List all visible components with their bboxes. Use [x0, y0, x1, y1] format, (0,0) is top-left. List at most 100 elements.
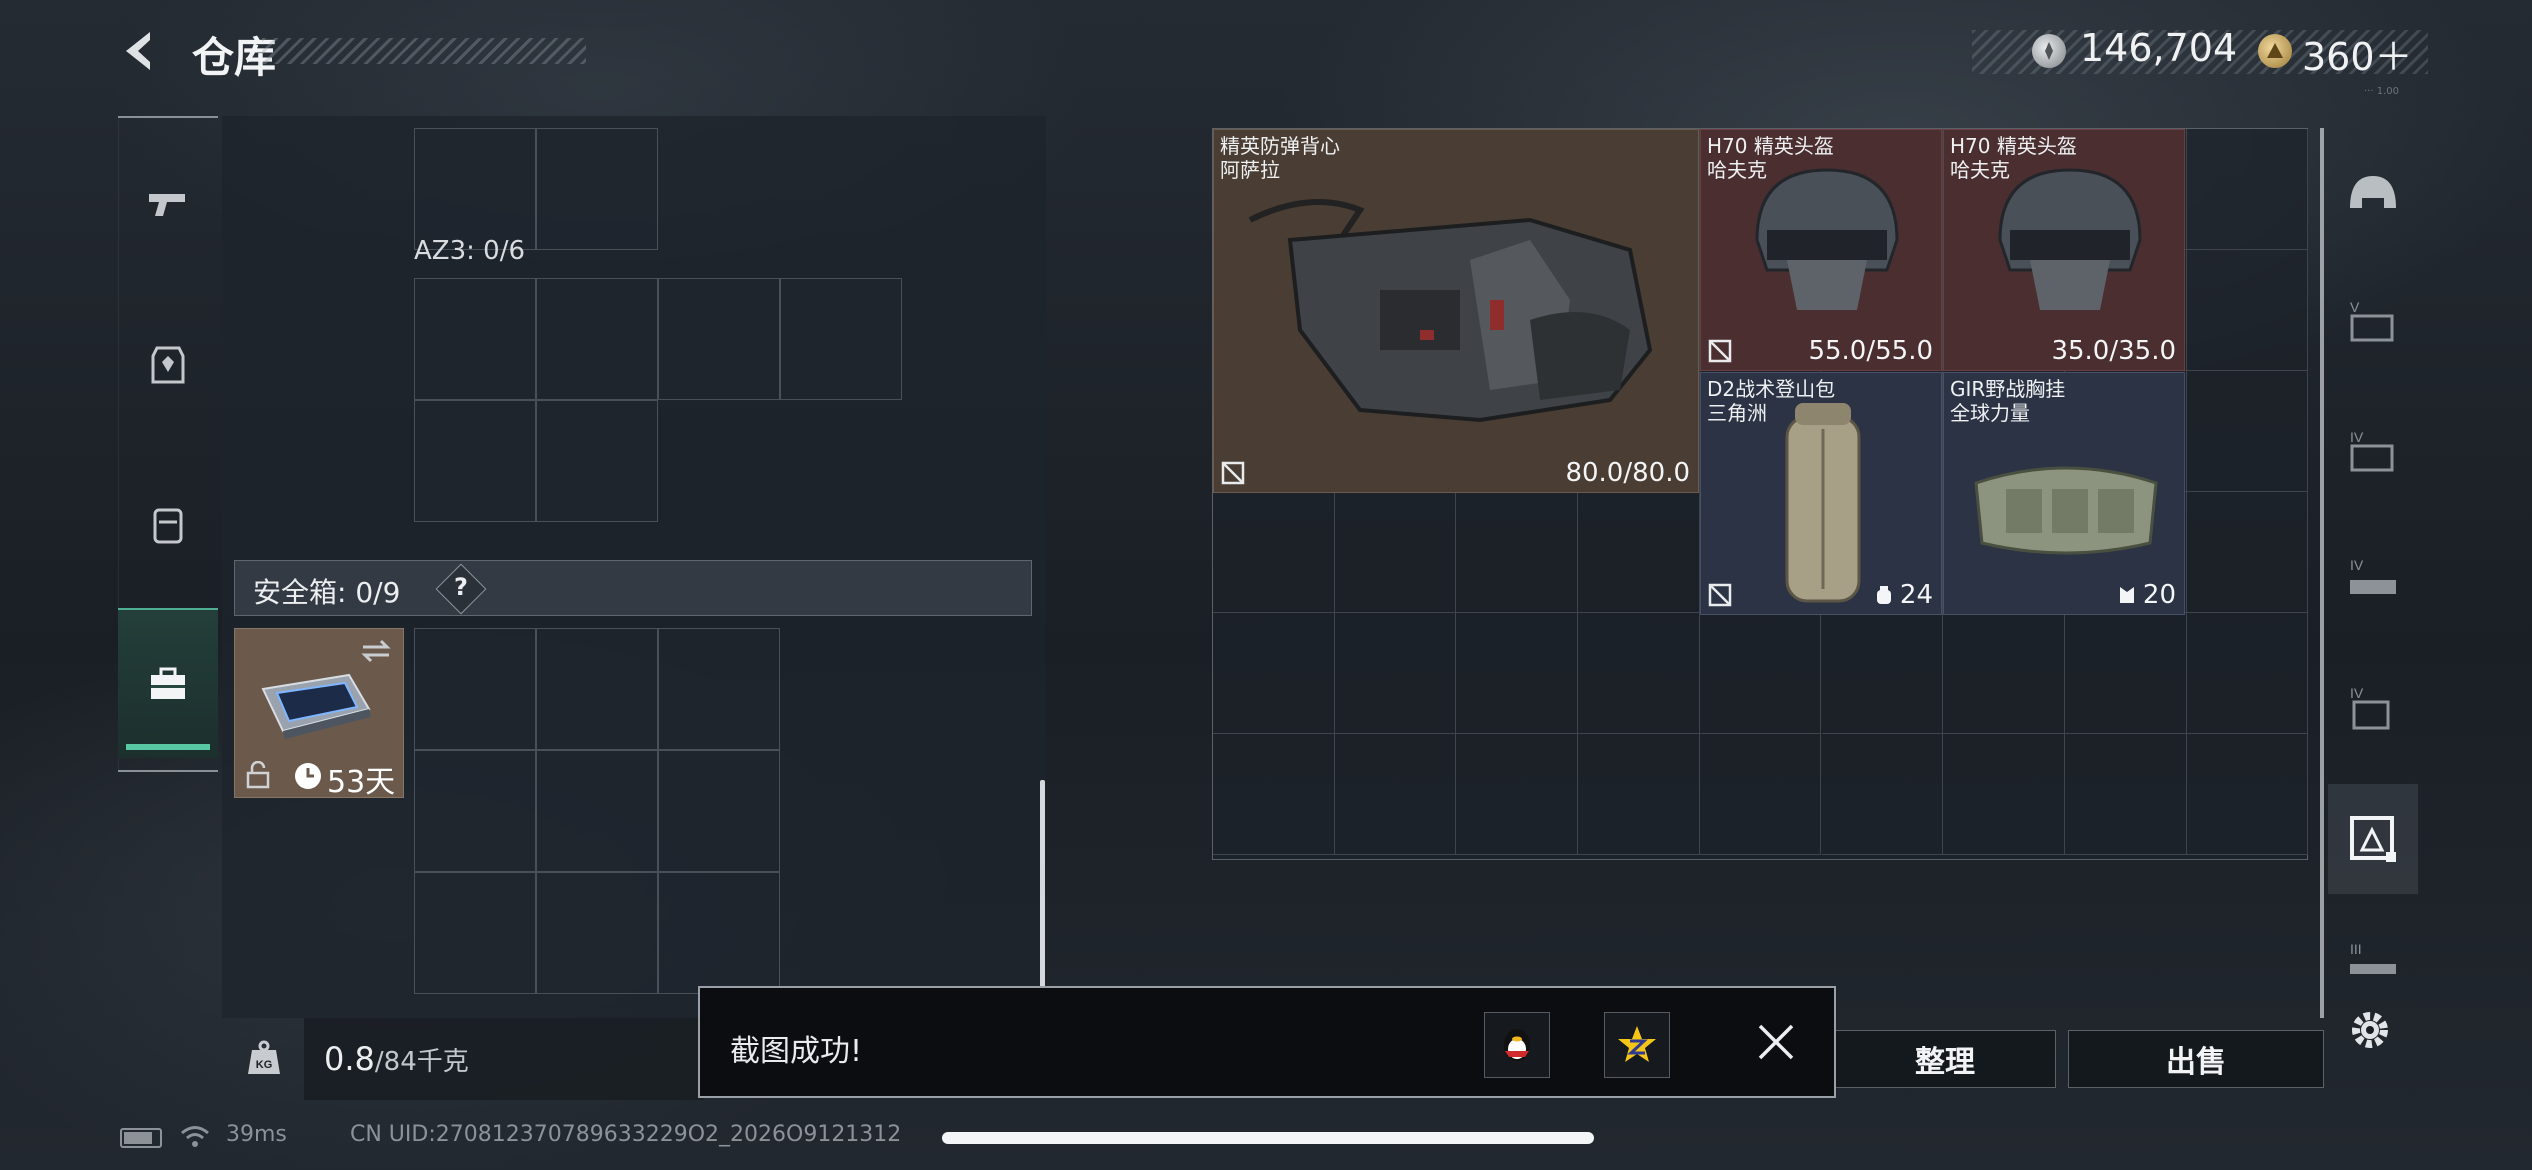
safe-box-slot[interactable] — [536, 872, 658, 994]
armor-vest-image — [1248, 199, 1653, 423]
safe-box-slot[interactable] — [658, 872, 780, 994]
qzone-star-icon — [1618, 1026, 1656, 1062]
close-icon[interactable] — [1752, 1018, 1800, 1066]
filter-helmet[interactable] — [2328, 142, 2418, 252]
battery-icon — [120, 1128, 162, 1148]
item-durability: 55.0/55.0 — [1808, 336, 1933, 366]
pouch-slot[interactable] — [658, 278, 780, 400]
panel-scrollbar[interactable] — [1040, 780, 1045, 990]
safe-box-slot[interactable] — [414, 872, 536, 994]
stash-cell[interactable] — [1821, 613, 1944, 734]
stash-cell[interactable] — [1943, 613, 2065, 734]
back-arrow-icon[interactable] — [118, 28, 164, 74]
stash-cell[interactable] — [1456, 613, 1579, 734]
share-qq-button[interactable] — [1484, 1012, 1550, 1078]
stash-cell[interactable] — [2186, 129, 2309, 250]
ping-readout: 39ms — [226, 1122, 287, 1147]
helmet-filter-icon — [2350, 176, 2396, 208]
title-decoration — [262, 38, 586, 64]
stash-cell[interactable] — [2186, 371, 2309, 492]
item-durability: 80.0/80.0 — [1565, 458, 1690, 488]
stash-cell[interactable] — [1578, 492, 1700, 613]
secure-case-item[interactable]: 53天 — [234, 628, 404, 800]
item-name: GIR野战胸挂 全球力量 — [1950, 377, 2066, 425]
rail-tab-weapons[interactable] — [118, 130, 218, 280]
rail-tab-backpacks[interactable] — [118, 450, 218, 600]
stash-cell[interactable] — [2186, 734, 2309, 855]
stash-cell[interactable] — [1213, 492, 1335, 613]
filter-tier-iv[interactable]: IV — [2328, 396, 2418, 506]
stash-cell[interactable] — [1213, 734, 1335, 855]
home-indicator[interactable] — [942, 1132, 1594, 1144]
stash-cell[interactable] — [1213, 613, 1335, 734]
stash-cell[interactable] — [1456, 734, 1579, 855]
chest-rig-capacity-icon — [2119, 587, 2134, 603]
pouch-slot[interactable] — [414, 278, 536, 400]
stash-cell[interactable] — [1578, 734, 1700, 855]
safe-box-slot[interactable] — [658, 628, 780, 750]
stash-item-chest-rig[interactable]: GIR野战胸挂 全球力量 20 — [1943, 372, 2185, 615]
silver-coin-icon — [2032, 34, 2066, 68]
stash-item-helmet[interactable]: H70 精英头盔 哈夫克 55.0/55.0 — [1700, 129, 1942, 371]
pouch-slot[interactable] — [536, 400, 658, 522]
toast-message: 截图成功! — [730, 1034, 863, 1069]
gear-icon[interactable] — [2348, 1008, 2392, 1052]
filter-container[interactable] — [2328, 784, 2418, 894]
stash-cell[interactable] — [2186, 250, 2309, 371]
backpack-icon — [153, 508, 183, 544]
share-qzone-button[interactable] — [1604, 1012, 1670, 1078]
stash-cell[interactable] — [1821, 734, 1944, 855]
armor-vest-icon — [151, 346, 185, 384]
stash-cell[interactable] — [2064, 734, 2187, 855]
pouch-slot[interactable] — [414, 128, 536, 250]
stash-item-vest[interactable]: 精英防弹背心 阿萨拉 80.0/80.0 — [1213, 129, 1699, 493]
item-name: 精英防弹背心 阿萨拉 — [1220, 134, 1340, 182]
stash-cell[interactable] — [1334, 492, 1457, 613]
stash-cell[interactable] — [2064, 613, 2187, 734]
pouch-slot[interactable] — [536, 278, 658, 400]
stash-cell[interactable] — [1334, 734, 1457, 855]
rail-tab-containers[interactable] — [118, 608, 218, 758]
stash-cell[interactable] — [1699, 613, 1822, 734]
swap-icon[interactable] — [359, 637, 393, 665]
filter-tier-iv-rig[interactable]: IV — [2328, 524, 2418, 634]
stash-cell[interactable] — [1943, 734, 2065, 855]
svg-text:V: V — [2350, 299, 2360, 315]
stash-cell[interactable] — [2186, 613, 2309, 734]
user-uid: CN UID:270812370789633229O2_2026O9121312 — [350, 1122, 902, 1147]
pouch-slot[interactable] — [780, 278, 902, 400]
tier-iv-rig-icon: IV — [2350, 557, 2396, 594]
pouch-slot[interactable] — [536, 128, 658, 250]
filter-tier-iv-case[interactable]: IV — [2328, 652, 2418, 762]
rail-top-line — [118, 116, 218, 118]
rail-tab-armor[interactable] — [118, 290, 218, 440]
stash-item-backpack[interactable]: D2战术登山包 三角洲 24 — [1700, 372, 1942, 615]
stash-cell[interactable] — [1334, 613, 1457, 734]
safe-box-header: 安全箱: 0/9 ? — [234, 560, 1032, 616]
safe-box-slot[interactable] — [414, 750, 536, 872]
sort-button[interactable]: 整理 — [1834, 1030, 2056, 1088]
safe-box-label: 安全箱: 0/9 — [253, 576, 401, 609]
currency-gold-amount[interactable]: 360＋ — [2302, 26, 2413, 81]
stash-cell[interactable] — [1456, 492, 1579, 613]
capacity-icon — [1876, 586, 1891, 604]
svg-text:III: III — [2350, 941, 2362, 957]
safe-box-slot[interactable] — [536, 750, 658, 872]
stash-cell[interactable] — [1578, 613, 1700, 734]
stash-item-helmet[interactable]: H70 精英头盔 哈夫克 35.0/35.0 — [1943, 129, 2185, 371]
qq-penguin-icon — [1504, 1029, 1530, 1061]
no-sell-icon — [1708, 339, 1732, 363]
filter-tier-v[interactable]: V — [2328, 266, 2418, 376]
pouch-slot[interactable] — [414, 400, 536, 522]
filter-tier-iii[interactable]: III — [2328, 908, 2418, 1018]
stash-cell[interactable] — [1699, 734, 1822, 855]
item-durability: 35.0/35.0 — [2051, 336, 2176, 366]
safe-box-slot[interactable] — [414, 628, 536, 750]
weight-readout: 0.8/84千克 — [324, 1040, 469, 1078]
container-filter-icon — [2350, 816, 2396, 862]
sell-button[interactable]: 出售 — [2068, 1030, 2324, 1088]
tiny-version-text: ··· 1.00 — [2364, 86, 2399, 97]
safe-box-slot[interactable] — [536, 628, 658, 750]
stash-cell[interactable] — [2186, 492, 2309, 613]
safe-box-slot[interactable] — [658, 750, 780, 872]
